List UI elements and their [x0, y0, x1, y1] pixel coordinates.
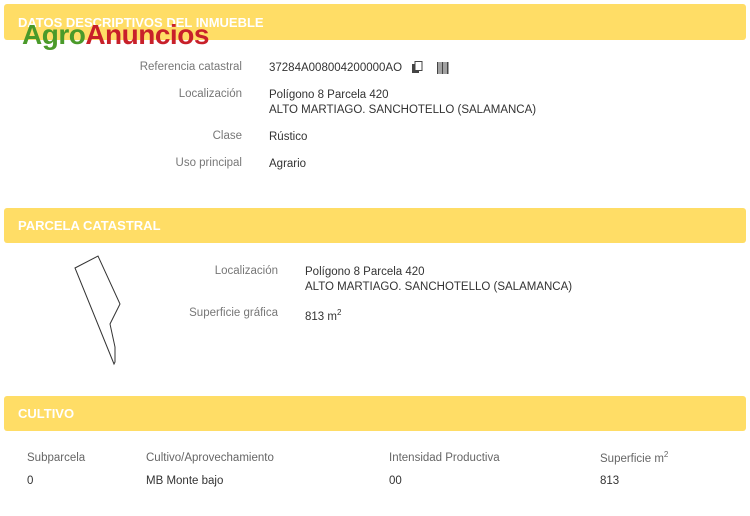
clase-value: Rústico — [269, 131, 308, 143]
barcode-icon[interactable] — [437, 61, 449, 79]
col-header-superficie-text: Superficie m — [600, 452, 664, 465]
cell-subparcela: 0 — [27, 475, 34, 487]
clase-label: Clase — [212, 130, 242, 142]
localizacion-line2: ALTO MARTIAGO. SANCHOTELLO (SALAMANCA) — [269, 104, 537, 116]
localizacion-label: Localización — [178, 88, 242, 100]
logo-part-agro: Agro — [22, 19, 86, 50]
section-header-cultivo: CULTIVO — [4, 396, 746, 431]
agroanuncios-logo[interactable]: AgroAnuncios — [22, 19, 209, 51]
ref-catastral-value: 37284A008004200000AO — [269, 62, 403, 74]
cell-intensidad: 00 — [389, 475, 402, 487]
uso-principal-value: Agrario — [269, 158, 307, 170]
section-header-parcela-catastral: PARCELA CATASTRAL — [4, 208, 746, 243]
section-title: CULTIVO — [18, 406, 75, 421]
col-header-intensidad: Intensidad Productiva — [389, 452, 500, 464]
col-header-cultivo: Cultivo/Aprovechamiento — [146, 452, 274, 464]
parcela-localizacion-label: Localización — [214, 265, 278, 277]
parcela-localizacion-line2: ALTO MARTIAGO. SANCHOTELLO (SALAMANCA) — [305, 281, 573, 293]
parcela-localizacion-line1: Polígono 8 Parcela 420 — [305, 266, 425, 278]
cell-superficie: 813 — [600, 475, 620, 487]
cell-cultivo: MB Monte bajo — [146, 475, 224, 487]
section-title: PARCELA CATASTRAL — [18, 218, 161, 233]
superficie-grafica-number: 813 m — [305, 310, 337, 323]
logo-part-anuncios: Anuncios — [85, 19, 209, 50]
col-header-superficie: Superficie m2 — [600, 450, 668, 465]
parcel-shape-image — [70, 254, 130, 373]
col-header-superficie-exp: 2 — [663, 450, 669, 459]
col-header-subparcela: Subparcela — [27, 452, 86, 464]
localizacion-line1: Polígono 8 Parcela 420 — [269, 89, 389, 101]
superficie-grafica-exp: 2 — [336, 308, 342, 317]
copy-icon[interactable] — [411, 61, 423, 79]
superficie-grafica-label: Superficie gráfica — [189, 307, 278, 319]
ref-catastral-label: Referencia catastral — [139, 61, 242, 73]
uso-principal-label: Uso principal — [175, 157, 242, 169]
superficie-grafica-value: 813 m2 — [305, 305, 341, 325]
